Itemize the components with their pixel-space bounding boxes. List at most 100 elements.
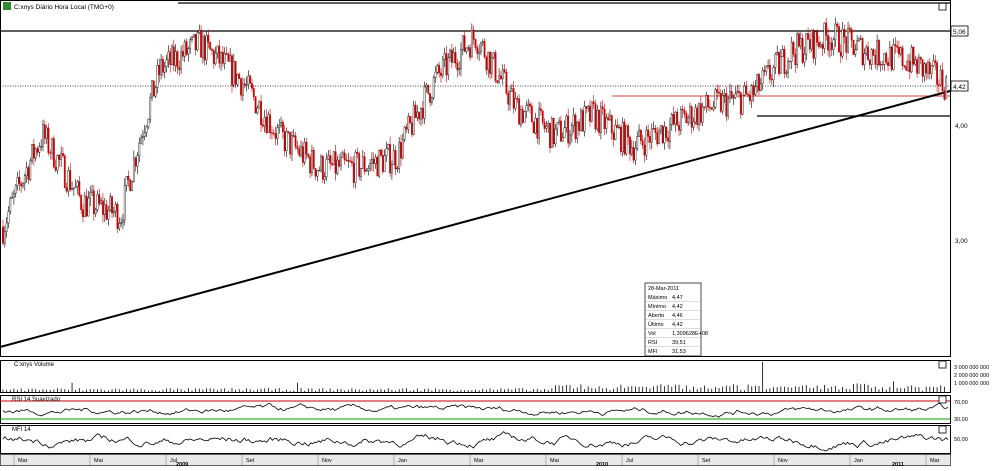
candle-body [774, 53, 777, 68]
candle-body [818, 42, 820, 47]
candle-body [112, 211, 115, 214]
volume-tick-3b: 3 000 000 000 [954, 365, 989, 371]
candle-body [196, 32, 199, 51]
rsi-panel-title: RSI 14 Suavizado [12, 397, 61, 403]
candle-body [530, 105, 533, 123]
candle-body [192, 34, 195, 38]
candle-body [83, 195, 86, 218]
candle-body [505, 72, 508, 94]
candle-body [63, 155, 66, 188]
candle-body [650, 128, 653, 143]
candle-body [847, 27, 849, 53]
candle-body [821, 44, 824, 49]
candle-body [732, 97, 735, 99]
candle-body [536, 118, 539, 139]
candle-body [565, 115, 568, 128]
candle-body [521, 109, 524, 123]
candle-body [405, 126, 408, 130]
rsi-panel-close-icon[interactable] [938, 395, 947, 404]
candle-body [334, 151, 337, 174]
candle-body [663, 126, 666, 144]
candle-body [423, 86, 426, 119]
candle-body [759, 83, 762, 91]
candle-body [523, 111, 526, 123]
candle-body [939, 69, 942, 86]
candle-body [383, 155, 386, 172]
candle-body [690, 106, 693, 128]
candle-body [9, 198, 12, 212]
candle-body [763, 70, 766, 72]
candle-body [122, 219, 124, 223]
candle-body [619, 126, 622, 152]
volume-panel-title: C:xnys Volume [14, 362, 55, 368]
candle-body [527, 103, 530, 106]
candle-body [321, 156, 324, 180]
candle-body [156, 65, 159, 88]
candle-body [187, 48, 190, 55]
candle-body [398, 142, 401, 169]
chart-type-icon[interactable] [3, 2, 11, 10]
candle-body [705, 95, 708, 108]
candle-body [545, 125, 548, 129]
candle-body [189, 39, 192, 49]
month-label: Nov [322, 458, 332, 464]
candle-body [285, 131, 288, 152]
candle-body [163, 66, 166, 73]
candle-body [143, 132, 146, 137]
candle-body [621, 121, 624, 152]
candle-body [400, 142, 402, 159]
main-panel-maximize-icon[interactable] [938, 2, 947, 11]
candle-body [194, 34, 197, 51]
candle-body [916, 59, 919, 74]
candle-body [669, 124, 671, 142]
candle-body [783, 48, 786, 74]
candle-body [229, 55, 232, 62]
candle-body [716, 89, 719, 93]
candle-body [569, 134, 571, 144]
candle-body [898, 47, 900, 55]
candle-body [312, 150, 315, 169]
candle-body [580, 110, 582, 131]
candle-body [638, 129, 640, 137]
candle-body [332, 151, 335, 165]
candle-body [547, 123, 550, 127]
candle-body [852, 39, 855, 55]
candle-body [943, 90, 946, 100]
candle-body [636, 136, 639, 149]
volume-tick-1b: 1 000 000 000 [954, 381, 989, 387]
candle-body [142, 135, 144, 138]
candle-body [601, 106, 604, 110]
candle-body [416, 111, 419, 118]
candle-body [180, 51, 182, 70]
candle-body [785, 72, 788, 74]
candle-body [596, 109, 599, 130]
candle-body [707, 95, 710, 108]
candle-body [241, 83, 244, 96]
candle-body [649, 136, 651, 143]
candle-body [665, 126, 668, 138]
candle-body [356, 151, 359, 154]
candle-body [305, 142, 308, 155]
mfi-panel-close-icon[interactable] [938, 425, 947, 434]
candle-body [374, 157, 377, 164]
candle-body [301, 146, 304, 163]
candle-body [540, 108, 542, 112]
candle-body [841, 29, 844, 57]
volume-panel-close-icon[interactable] [938, 360, 947, 369]
candle-body [458, 68, 461, 71]
candle-body [718, 91, 720, 94]
candle-body [730, 91, 733, 98]
candle-body [701, 106, 704, 123]
candle-body [798, 33, 800, 47]
tooltip-row-value: 1,309628E+08 [672, 331, 708, 337]
candle-body [670, 113, 673, 126]
candle-body [378, 150, 381, 177]
candle-body [538, 108, 541, 139]
price-label-4-42: 4,42 [953, 84, 966, 91]
candle-body [572, 114, 575, 126]
candle-body [839, 51, 842, 57]
candle-body [216, 45, 219, 54]
candle-body [263, 116, 266, 127]
candle-body [169, 51, 172, 65]
candle-body [899, 47, 902, 55]
